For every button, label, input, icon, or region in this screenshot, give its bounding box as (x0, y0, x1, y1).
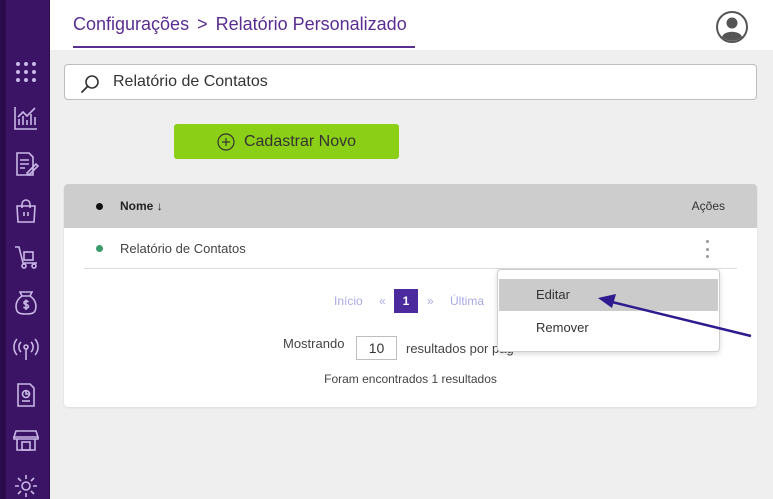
money-bag-icon[interactable] (12, 289, 40, 317)
column-header-nome-label: Nome (120, 199, 154, 213)
chart-icon[interactable] (12, 104, 40, 132)
search-icon (81, 75, 99, 93)
row-actions-kebab-icon[interactable] (700, 238, 714, 260)
breadcrumb-parent[interactable]: Configurações (73, 14, 189, 34)
breadcrumb-separator: > (197, 14, 208, 34)
document-edit-icon[interactable] (12, 150, 40, 178)
report-icon[interactable] (12, 381, 40, 409)
pagination-last[interactable]: Última (450, 294, 484, 308)
status-dot (96, 245, 103, 252)
gear-icon[interactable] (12, 472, 40, 499)
header: Configurações > Relatório Personalizado (50, 0, 773, 50)
sidebar-edge (0, 0, 6, 499)
table-row: Relatório de Contatos (84, 228, 737, 269)
sidebar (0, 0, 50, 499)
column-header-nome[interactable]: Nome ↓ (120, 199, 163, 213)
sort-arrow-icon: ↓ (156, 199, 163, 213)
pagination-first[interactable]: Início (334, 294, 363, 308)
pagination-next[interactable]: » (427, 294, 434, 308)
search-bar[interactable] (64, 64, 757, 100)
menu-item-remover[interactable]: Remover (499, 312, 718, 344)
per-page-input[interactable] (356, 336, 397, 360)
cadastrar-novo-button[interactable]: Cadastrar Novo (174, 124, 399, 159)
search-input[interactable] (113, 65, 713, 99)
broadcast-icon[interactable] (12, 335, 40, 363)
shopping-bag-icon[interactable] (12, 197, 40, 225)
hand-truck-icon[interactable] (12, 243, 40, 271)
store-icon[interactable] (12, 426, 40, 454)
status-header-dot (96, 203, 103, 210)
pagination-prev[interactable]: « (379, 294, 386, 308)
header-underline (73, 46, 415, 48)
row-actions-menu: Editar Remover (497, 269, 720, 352)
pagination-current-page[interactable]: 1 (394, 289, 418, 313)
column-header-acoes: Ações (691, 199, 725, 213)
cadastrar-novo-label: Cadastrar Novo (243, 132, 357, 150)
plus-circle-icon (217, 132, 235, 151)
results-count: Foram encontrados 1 resultados (324, 372, 497, 386)
menu-item-editar[interactable]: Editar (499, 279, 718, 311)
breadcrumb-current: Relatório Personalizado (215, 14, 407, 34)
user-avatar-icon[interactable] (716, 11, 748, 43)
showing-label: Mostrando (283, 336, 345, 351)
apps-grid-icon[interactable] (12, 58, 40, 86)
breadcrumb: Configurações > Relatório Personalizado (73, 14, 407, 35)
table-header: Nome ↓ Ações (64, 184, 757, 228)
row-name: Relatório de Contatos (120, 241, 246, 256)
